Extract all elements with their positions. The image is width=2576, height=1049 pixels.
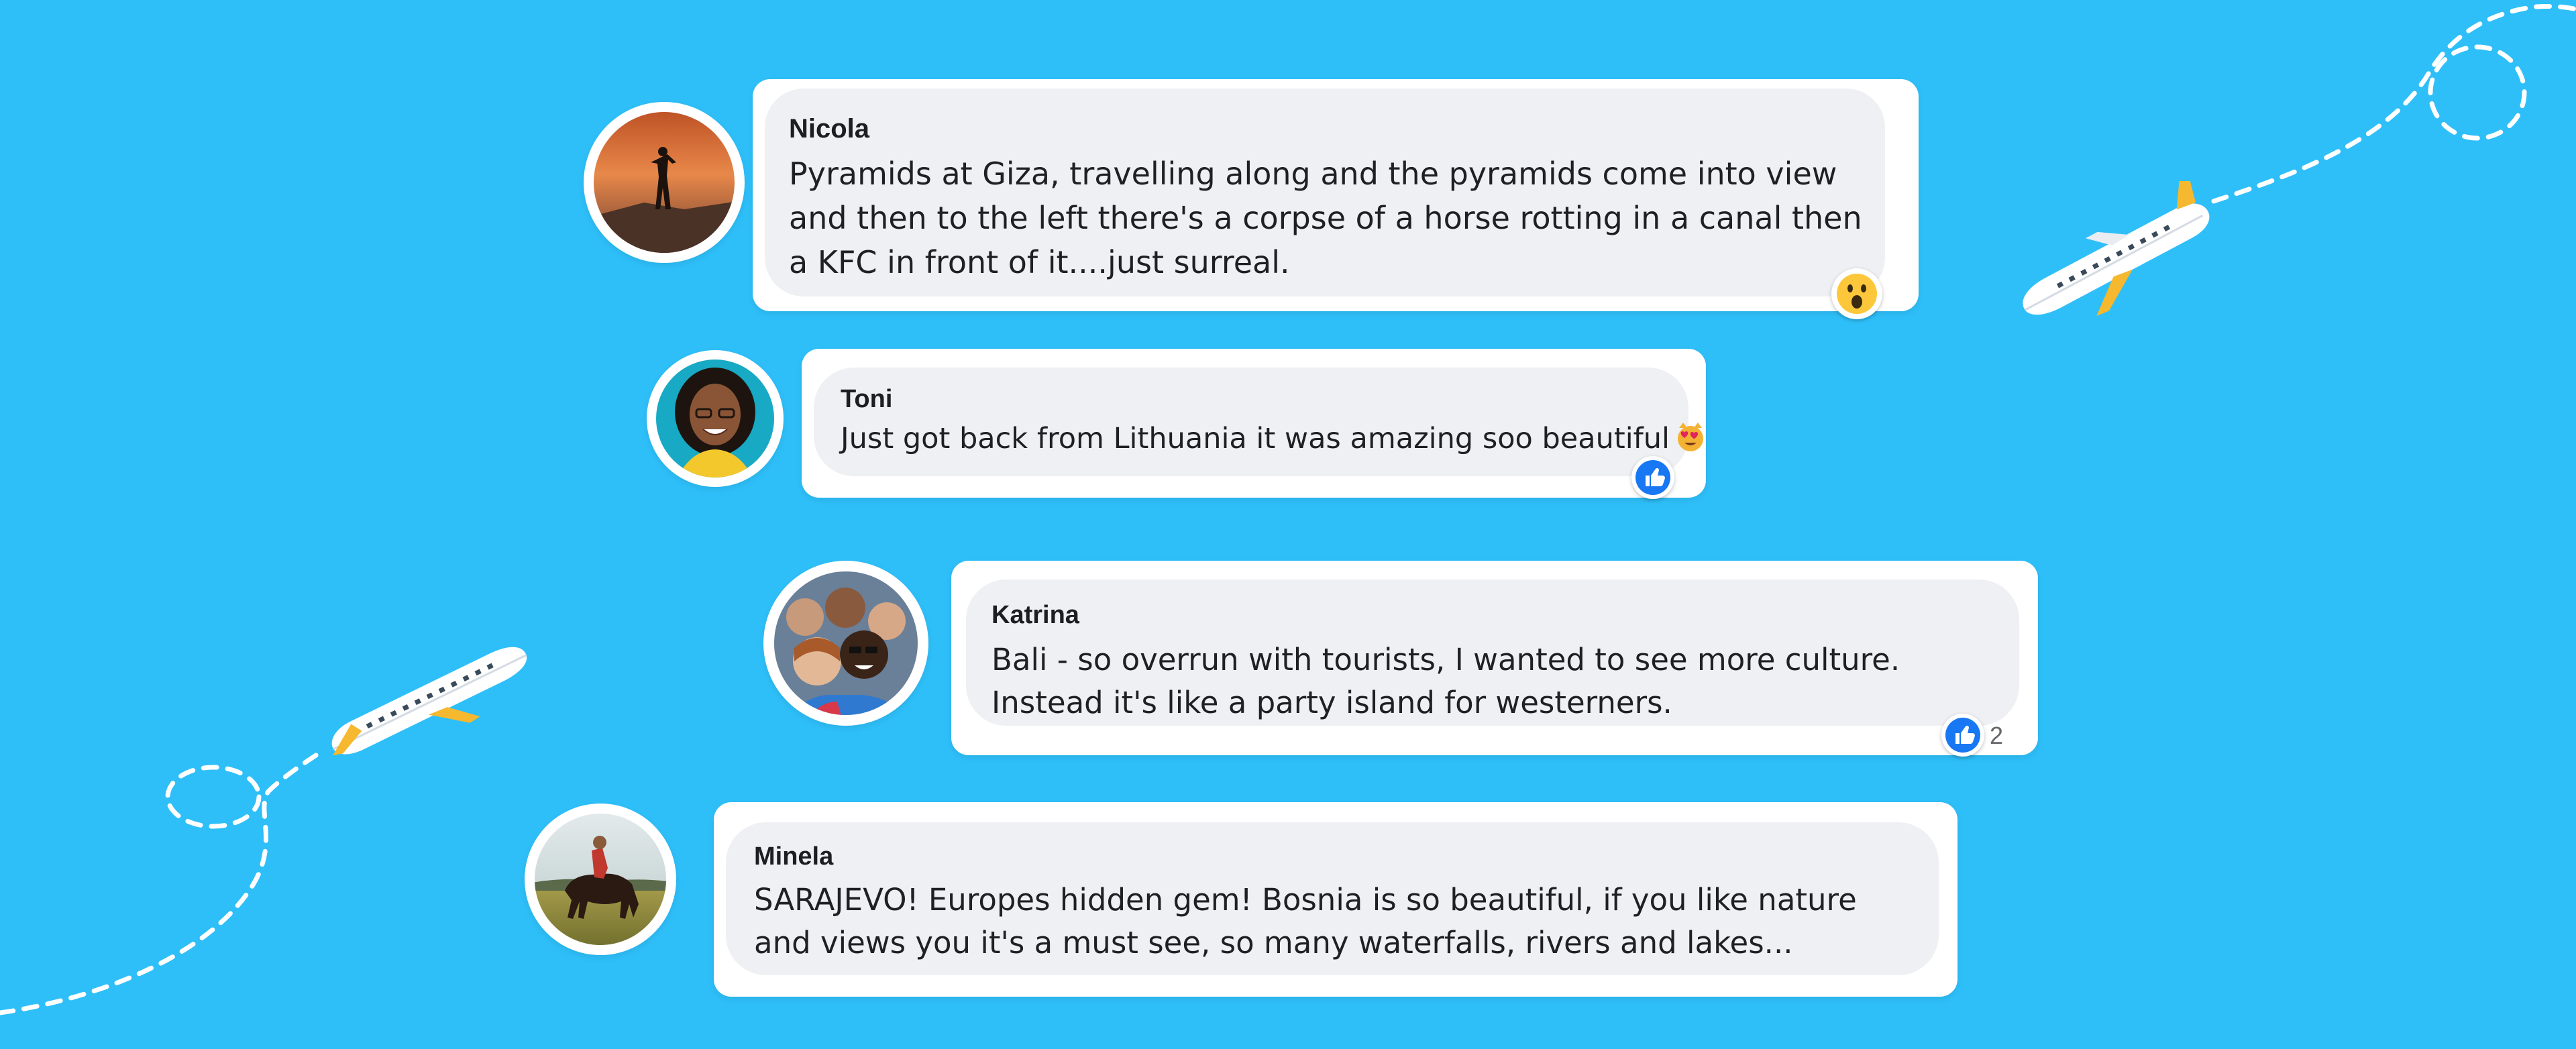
comment-author[interactable]: Katrina <box>991 602 2019 628</box>
comment-card: Toni Just got back from Lithuania it was… <box>802 349 1706 499</box>
airplane-top-right-icon <box>2023 181 2210 317</box>
comment-author[interactable]: Toni <box>841 386 1688 412</box>
comment-author[interactable]: Minela <box>754 844 1939 869</box>
comment-text-content: Just got back from Lithuania it was amaz… <box>841 422 1670 455</box>
comment-card: Nicola Pyramids at Giza, travelling alon… <box>753 79 1919 319</box>
reaction-badge[interactable] <box>1631 456 1674 499</box>
smiling-woman-photo <box>656 360 774 478</box>
comment-text: Just got back from Lithuania it was amaz… <box>841 420 1703 457</box>
comment-text: Bali - so overrun with tourists, I wante… <box>991 642 1900 720</box>
reaction-badge[interactable] <box>1831 268 1882 319</box>
comment-bubble[interactable]: Katrina Bali - so overrun with tourists,… <box>966 579 2019 726</box>
wow-emoji-icon <box>1837 274 1877 314</box>
avatar[interactable] <box>763 561 928 726</box>
avatar[interactable] <box>525 804 676 955</box>
avatar[interactable] <box>584 102 745 263</box>
comment-author[interactable]: Nicola <box>789 115 1885 142</box>
comment-card: Katrina Bali - so overrun with tourists,… <box>951 561 2038 757</box>
comment-bubble[interactable]: Nicola Pyramids at Giza, travelling alon… <box>765 89 1885 296</box>
like-icon <box>1945 718 1980 753</box>
comments-collage: Nicola Pyramids at Giza, travelling alon… <box>0 0 2576 1049</box>
comment-bubble[interactable]: Minela SARAJEVO! Europes hidden gem! Bos… <box>726 822 1939 975</box>
comment-card: Minela SARAJEVO! Europes hidden gem! Bos… <box>714 802 1957 997</box>
horse-rider-photo <box>535 814 666 945</box>
heart-eyes-cat-emoji-icon <box>1678 423 1703 451</box>
comment-bubble[interactable]: Toni Just got back from Lithuania it was… <box>814 368 1703 476</box>
sunset-silhouette-photo <box>594 112 735 253</box>
reaction-count[interactable]: 2 <box>1990 722 2003 750</box>
comment-text: SARAJEVO! Europes hidden gem! Bosnia is … <box>754 882 1857 960</box>
comment-text: Pyramids at Giza, travelling along and t… <box>789 156 1862 280</box>
airplane-left-icon <box>331 647 527 756</box>
avatar[interactable] <box>647 350 784 487</box>
like-icon <box>1635 460 1670 495</box>
reaction-badge[interactable] <box>1941 714 1984 757</box>
group-selfie-photo <box>774 571 918 715</box>
